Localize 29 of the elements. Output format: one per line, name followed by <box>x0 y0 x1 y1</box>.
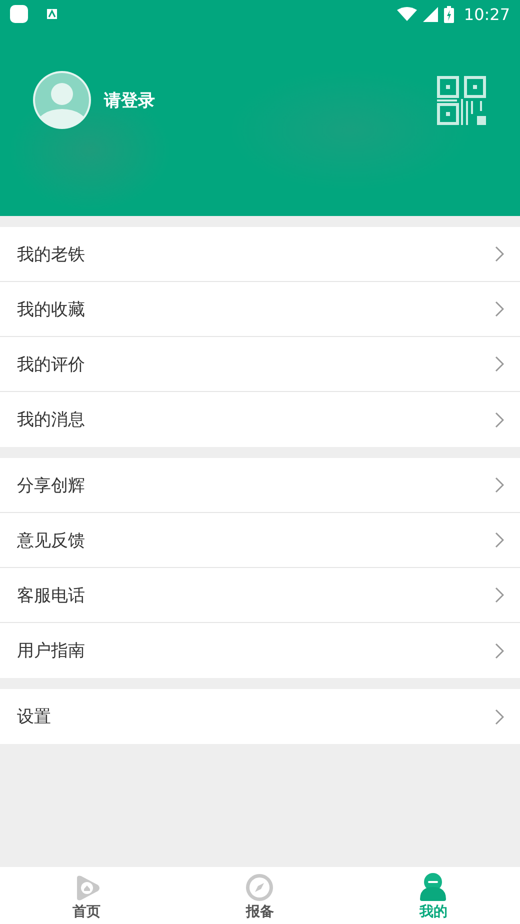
menu-item[interactable]: 用户指南 <box>0 623 520 678</box>
wifi-icon <box>396 7 417 21</box>
chevron-icon <box>495 301 504 317</box>
qr-code-icon[interactable] <box>437 76 486 124</box>
chevron-icon <box>495 642 504 658</box>
battery-icon <box>444 6 454 22</box>
signal-icon <box>422 6 438 22</box>
app-icon <box>10 5 28 23</box>
avatar-icon[interactable] <box>32 70 92 130</box>
nav-tab[interactable]: 报备 <box>173 867 347 924</box>
person-icon <box>419 873 448 901</box>
menu-item[interactable]: 我的收藏 <box>0 282 520 337</box>
menu-item[interactable]: 意见反馈 <box>0 513 520 568</box>
menu-item[interactable]: 设置 <box>0 689 520 744</box>
chevron-icon <box>495 412 504 428</box>
chevron-icon <box>495 708 504 724</box>
clock-time: 10:27 <box>464 4 510 24</box>
chevron-icon <box>495 356 504 372</box>
chevron-icon <box>495 587 504 603</box>
menu-item[interactable]: 我的评价 <box>0 337 520 392</box>
menu-item[interactable]: 我的老铁 <box>0 227 520 282</box>
compass-icon <box>246 874 274 901</box>
menu-item[interactable]: 我的消息 <box>0 392 520 447</box>
menu-item[interactable]: 分享创辉 <box>0 458 520 513</box>
menu-item[interactable]: 客服电话 <box>0 568 520 623</box>
chevron-icon <box>495 246 504 262</box>
chevron-icon <box>495 477 504 493</box>
nav-tab[interactable]: 首页 <box>0 867 174 924</box>
chevron-icon <box>495 532 504 548</box>
